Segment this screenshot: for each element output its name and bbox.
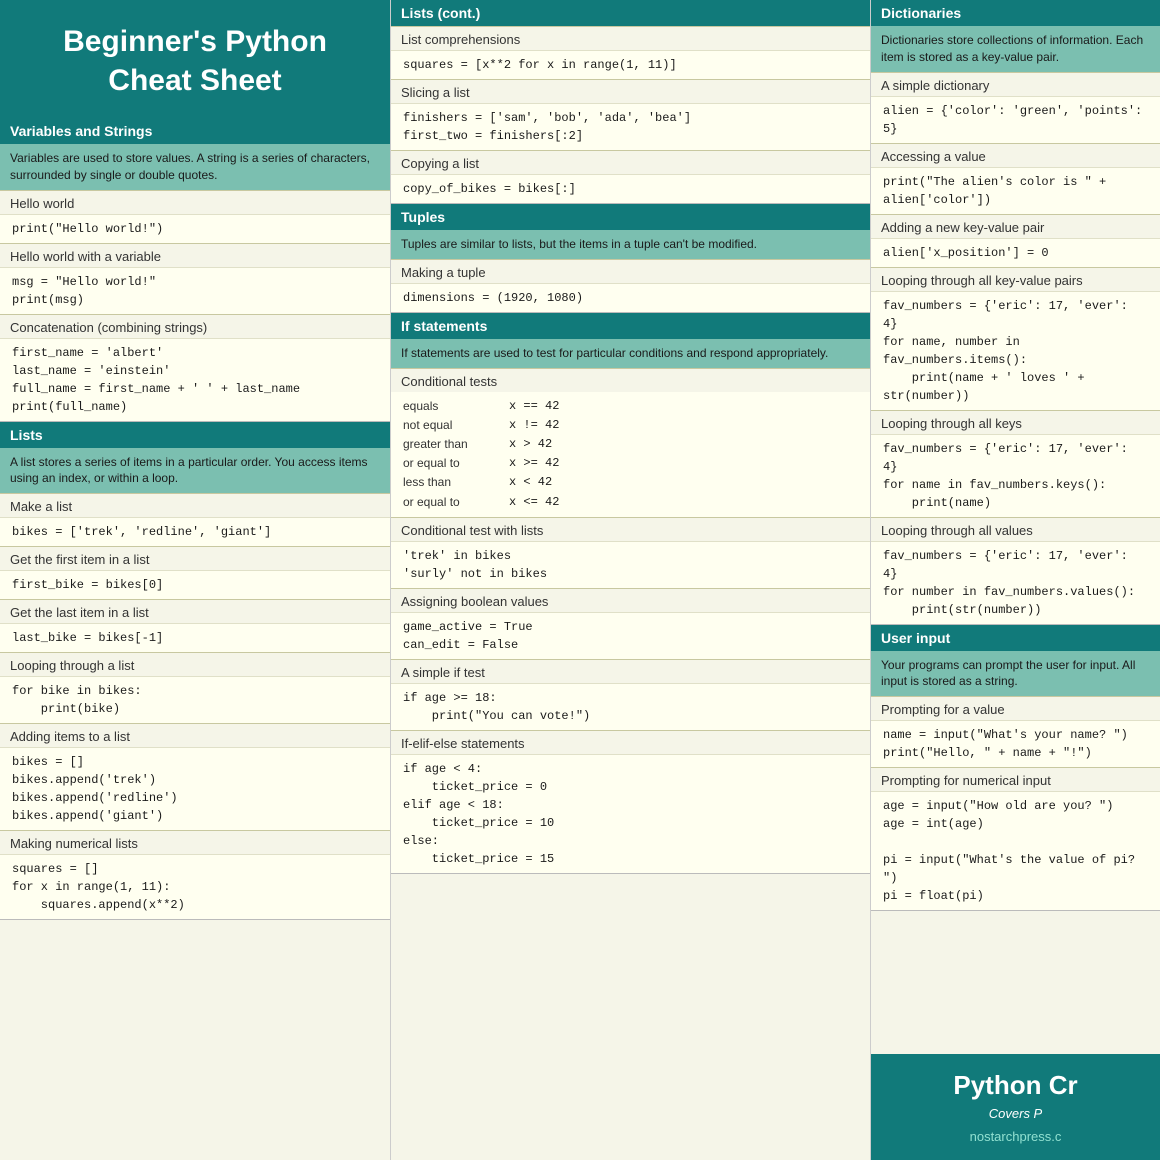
- lists-header: Lists: [0, 422, 390, 448]
- add-key-label: Adding a new key-value pair: [871, 215, 1160, 238]
- variables-section: Variables and Strings Variables are used…: [0, 118, 390, 422]
- add-key-code: alien['x_position'] = 0: [871, 238, 1160, 267]
- access-value-label: Accessing a value: [871, 144, 1160, 167]
- hello-variable-label: Hello world with a variable: [0, 244, 390, 267]
- last-item-label: Get the last item in a list: [0, 600, 390, 623]
- copy-label: Copying a list: [391, 151, 870, 174]
- prompt-num-code: age = input("How old are you? ") age = i…: [871, 791, 1160, 910]
- simple-if-code: if age >= 18: print("You can vote!"): [391, 683, 870, 730]
- last-item-code: last_bike = bikes[-1]: [0, 623, 390, 652]
- elif-code: if age < 4: ticket_price = 0 elif age < …: [391, 754, 870, 873]
- hello-world-code: print("Hello world!"): [0, 214, 390, 243]
- if-header: If statements: [391, 313, 870, 339]
- numerical-lists-label: Making numerical lists: [0, 831, 390, 854]
- add-items-code: bikes = [] bikes.append('trek') bikes.ap…: [0, 747, 390, 830]
- main-title: Beginner's PythonCheat Sheet: [20, 22, 370, 100]
- cond-list-label: Conditional test with lists: [391, 518, 870, 541]
- simple-dict-label: A simple dictionary: [871, 73, 1160, 96]
- variables-desc: Variables are used to store values. A st…: [0, 144, 390, 190]
- list-comp-label: List comprehensions: [391, 27, 870, 50]
- make-list-code: bikes = ['trek', 'redline', 'giant']: [0, 517, 390, 546]
- column-3: Dictionaries Dictionaries store collecti…: [870, 0, 1160, 1160]
- tuples-header: Tuples: [391, 204, 870, 230]
- concat-code: first_name = 'albert' last_name = 'einst…: [0, 338, 390, 421]
- lists-section: Lists A list stores a series of items in…: [0, 422, 390, 921]
- prompt-value-code: name = input("What's your name? ") print…: [871, 720, 1160, 767]
- lists-cont-header: Lists (cont.): [391, 0, 870, 26]
- slice-label: Slicing a list: [391, 80, 870, 103]
- user-input-section: User input Your programs can prompt the …: [871, 625, 1160, 912]
- dicts-header: Dictionaries: [871, 0, 1160, 26]
- bool-label: Assigning boolean values: [391, 589, 870, 612]
- hello-world-label: Hello world: [0, 191, 390, 214]
- make-list-label: Make a list: [0, 494, 390, 517]
- tuples-section: Tuples Tuples are similar to lists, but …: [391, 204, 870, 313]
- add-items-label: Adding items to a list: [0, 724, 390, 747]
- cond-tests-table: equalsx == 42 not equalx != 42 greater t…: [391, 392, 870, 517]
- first-item-label: Get the first item in a list: [0, 547, 390, 570]
- hello-variable-code: msg = "Hello world!"print(msg): [0, 267, 390, 314]
- cond-list-code: 'trek' in bikes 'surly' not in bikes: [391, 541, 870, 588]
- promo-title: Python Cr: [883, 1070, 1148, 1101]
- make-tuple-code: dimensions = (1920, 1080): [391, 283, 870, 312]
- loop-kv-label: Looping through all key-value pairs: [871, 268, 1160, 291]
- dicts-desc: Dictionaries store collections of inform…: [871, 26, 1160, 72]
- title-block: Beginner's PythonCheat Sheet: [0, 0, 390, 118]
- loop-kv-code: fav_numbers = {'eric': 17, 'ever': 4} fo…: [871, 291, 1160, 410]
- loop-values-label: Looping through all values: [871, 518, 1160, 541]
- user-input-header: User input: [871, 625, 1160, 651]
- simple-dict-code: alien = {'color': 'green', 'points': 5}: [871, 96, 1160, 143]
- dicts-section: Dictionaries Dictionaries store collecti…: [871, 0, 1160, 625]
- loop-list-label: Looping through a list: [0, 653, 390, 676]
- simple-if-label: A simple if test: [391, 660, 870, 683]
- prompt-num-label: Prompting for numerical input: [871, 768, 1160, 791]
- column-1: Beginner's PythonCheat Sheet Variables a…: [0, 0, 390, 1160]
- access-value-code: print("The alien's color is " + alien['c…: [871, 167, 1160, 214]
- first-item-code: first_bike = bikes[0]: [0, 570, 390, 599]
- user-input-desc: Your programs can prompt the user for in…: [871, 651, 1160, 697]
- elif-label: If-elif-else statements: [391, 731, 870, 754]
- slice-code: finishers = ['sam', 'bob', 'ada', 'bea']…: [391, 103, 870, 150]
- promo-subtitle: Covers P: [883, 1106, 1148, 1121]
- promo-link[interactable]: nostarchpress.c: [883, 1129, 1148, 1144]
- loop-values-code: fav_numbers = {'eric': 17, 'ever': 4} fo…: [871, 541, 1160, 624]
- tuples-desc: Tuples are similar to lists, but the ite…: [391, 230, 870, 259]
- lists-cont-section: Lists (cont.) List comprehensions square…: [391, 0, 870, 204]
- if-desc: If statements are used to test for parti…: [391, 339, 870, 368]
- prompt-value-label: Prompting for a value: [871, 697, 1160, 720]
- lists-desc: A list stores a series of items in a par…: [0, 448, 390, 494]
- cond-tests-label: Conditional tests: [391, 369, 870, 392]
- concat-label: Concatenation (combining strings): [0, 315, 390, 338]
- loop-keys-label: Looping through all keys: [871, 411, 1160, 434]
- list-comp-code: squares = [x**2 for x in range(1, 11)]: [391, 50, 870, 79]
- bool-code: game_active = True can_edit = False: [391, 612, 870, 659]
- column-2: Lists (cont.) List comprehensions square…: [390, 0, 870, 1160]
- variables-header: Variables and Strings: [0, 118, 390, 144]
- make-tuple-label: Making a tuple: [391, 260, 870, 283]
- loop-list-code: for bike in bikes: print(bike): [0, 676, 390, 723]
- promo-block: Python Cr Covers P nostarchpress.c: [871, 1054, 1160, 1160]
- loop-keys-code: fav_numbers = {'eric': 17, 'ever': 4} fo…: [871, 434, 1160, 517]
- copy-code: copy_of_bikes = bikes[:]: [391, 174, 870, 203]
- numerical-lists-code: squares = [] for x in range(1, 11): squa…: [0, 854, 390, 919]
- if-section: If statements If statements are used to …: [391, 313, 870, 874]
